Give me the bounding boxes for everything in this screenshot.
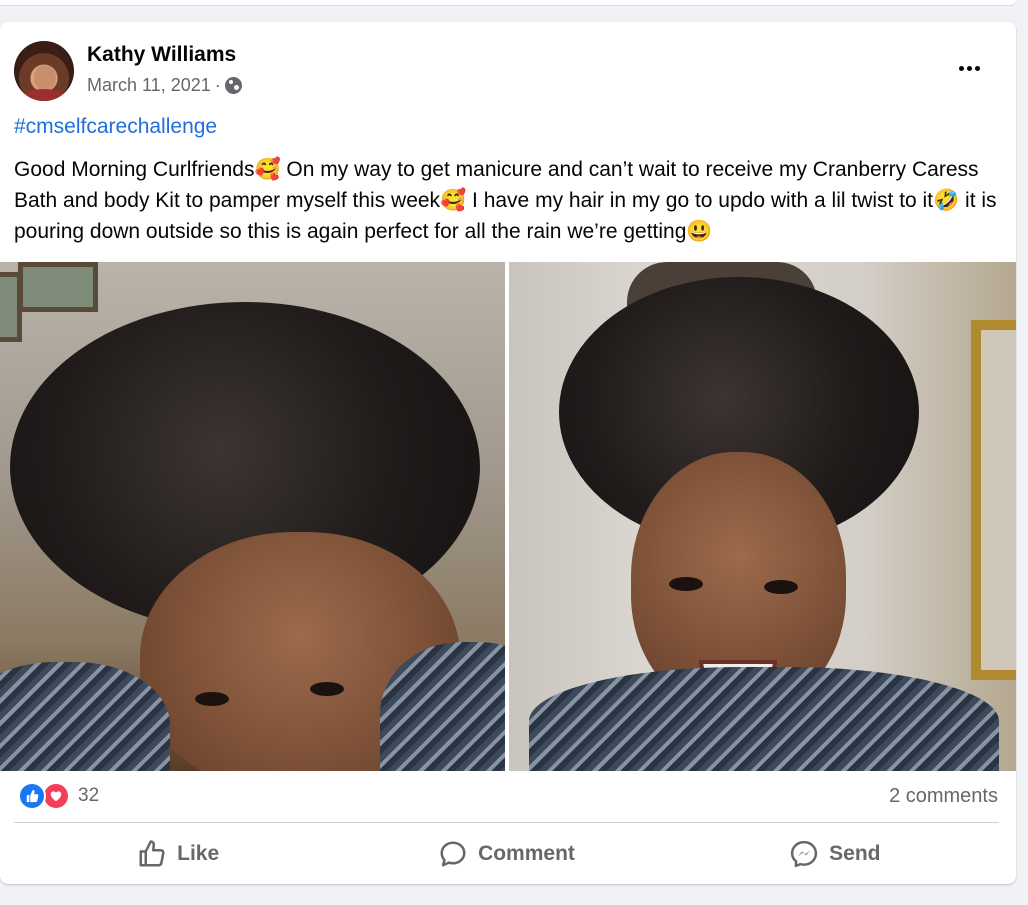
like-button[interactable]: Like (14, 828, 342, 880)
meta-separator: · (214, 75, 221, 95)
more-dot (974, 65, 980, 71)
reactions-summary[interactable]: 32 (18, 782, 99, 810)
messenger-icon (791, 840, 818, 868)
thumbs-up-icon (139, 840, 165, 867)
previous-post-edge (0, 0, 1016, 6)
avatar-face (34, 65, 56, 91)
send-label: Send (829, 842, 881, 865)
photo-grid (0, 262, 1016, 771)
more-options-icon[interactable] (951, 50, 987, 86)
wall-picture-frame (0, 272, 22, 342)
photo-1[interactable] (0, 262, 505, 771)
post-date[interactable]: March 11, 2021 (87, 75, 211, 96)
hashtag-link[interactable]: #cmselfcarechallenge (14, 115, 217, 139)
post-meta: March 11, 2021 · (87, 75, 242, 96)
more-dot (966, 65, 972, 71)
reaction-count: 32 (78, 785, 100, 806)
love-icon (42, 782, 70, 810)
eye (195, 692, 229, 706)
mirror-frame (971, 320, 1016, 680)
wall-picture-frame (18, 262, 98, 312)
like-icon (18, 782, 46, 810)
author-name[interactable]: Kathy Williams (87, 43, 236, 67)
comment-label: Comment (478, 842, 575, 865)
comments-count[interactable]: 2 comments (889, 785, 998, 808)
author-avatar[interactable] (14, 41, 74, 101)
eye (669, 577, 703, 591)
sweater (529, 667, 999, 771)
send-button[interactable]: Send (671, 828, 999, 880)
eye (310, 682, 344, 696)
photo-2[interactable] (509, 262, 1016, 771)
action-bar: Like Comment Send (14, 828, 999, 880)
post-text: Good Morning Curlfriends🥰 On my way to g… (14, 158, 997, 243)
feed-post: Kathy Williams March 11, 2021 · #cmselfc… (0, 22, 1016, 884)
globe-icon[interactable] (224, 77, 242, 94)
more-dot (958, 65, 964, 71)
like-label: Like (177, 842, 220, 865)
comment-bubble-icon (440, 841, 466, 867)
comment-button[interactable]: Comment (342, 828, 670, 880)
avatar-shirt (20, 89, 68, 101)
eye (764, 580, 798, 594)
divider (14, 822, 999, 823)
